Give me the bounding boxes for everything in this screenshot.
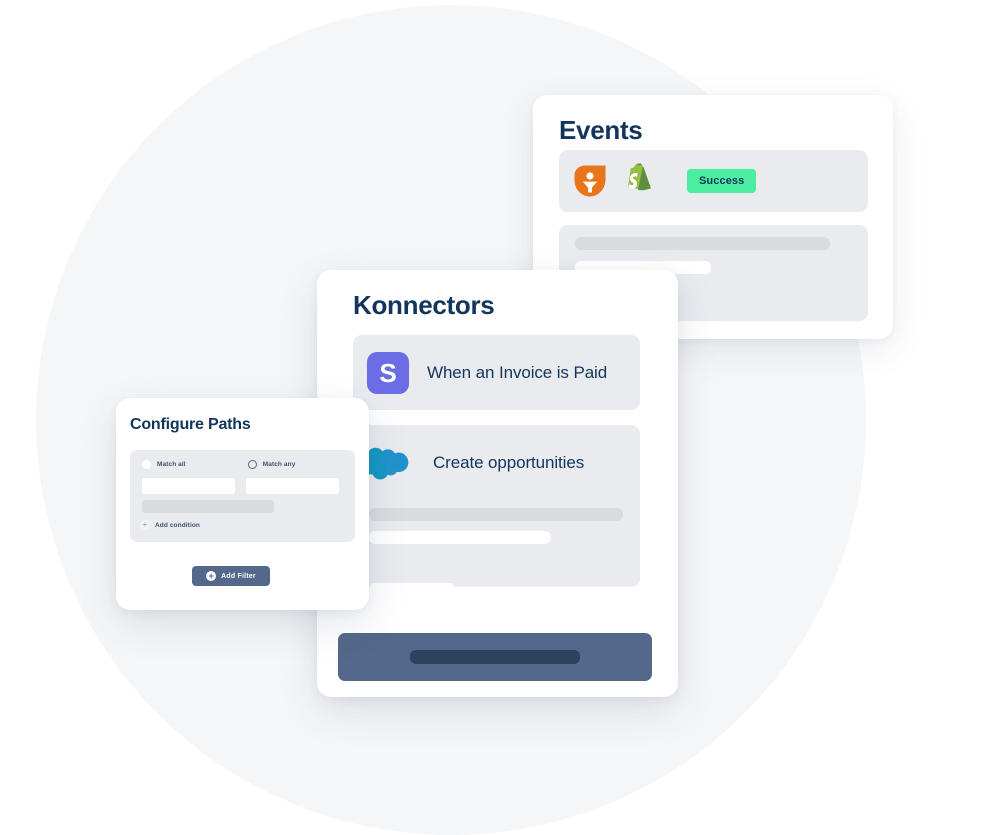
radio-label: Match all [157, 461, 186, 468]
condition-field-right[interactable] [246, 478, 339, 494]
konnector-row-trigger[interactable]: S When an Invoice is Paid [353, 335, 640, 410]
condition-input-row [142, 478, 339, 494]
radio-match-all[interactable]: Match all [142, 460, 186, 469]
plus-icon: + [140, 520, 150, 530]
radio-unselected-icon [247, 460, 257, 469]
konnector-row-action[interactable]: Create opportunities [353, 425, 640, 596]
konnector-row-label: When an Invoice is Paid [427, 362, 608, 382]
placeholder-bar-dark [575, 237, 830, 250]
conditions-panel: Match all Match any + Add condition [130, 450, 355, 542]
add-condition-label: Add condition [155, 521, 200, 529]
event-list-item[interactable]: Success [559, 150, 868, 212]
stripe-logo-icon: S [367, 351, 409, 394]
add-condition-button[interactable]: + Add condition [140, 520, 200, 530]
primary-action-button[interactable] [338, 633, 652, 681]
konnectors-card-title: Konnectors [353, 290, 495, 320]
salesforce-logo-icon [361, 444, 415, 482]
events-card-title: Events [559, 115, 643, 145]
placeholder-bar-dark [369, 508, 623, 521]
pipedrive-logo-icon [573, 164, 607, 198]
add-filter-button[interactable]: + Add Filter [192, 566, 270, 586]
placeholder-bar-light [369, 583, 455, 596]
konnector-row-label: Create opportunities [433, 452, 585, 472]
button-label-placeholder [410, 650, 580, 664]
configure-paths-card: Configure Paths Match all Match any + Ad… [116, 398, 369, 610]
shopify-logo-icon [621, 163, 655, 199]
condition-field-left[interactable] [142, 478, 235, 494]
condition-value-placeholder [142, 500, 274, 513]
status-badge: Success [687, 169, 757, 193]
radio-label: Match any [262, 461, 296, 468]
configure-paths-title: Configure Paths [130, 416, 251, 433]
plus-circle-icon: + [206, 571, 217, 581]
match-mode-radio-group: Match all Match any [142, 460, 345, 469]
radio-selected-icon [142, 460, 151, 469]
add-filter-label: Add Filter [221, 572, 256, 580]
radio-match-any[interactable]: Match any [247, 460, 296, 469]
placeholder-bar-light [369, 531, 551, 544]
